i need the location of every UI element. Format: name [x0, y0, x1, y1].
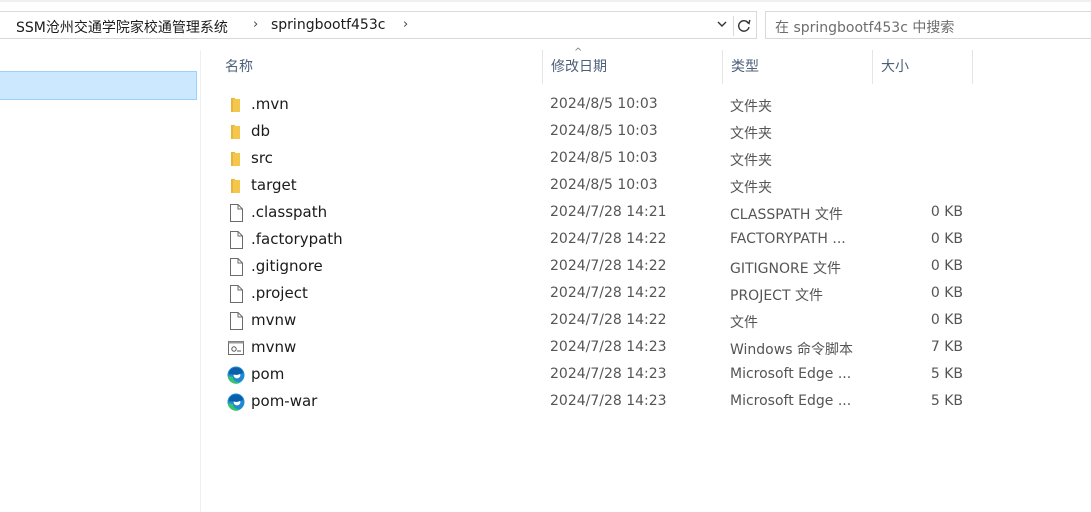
- address-dropdown-icon[interactable]: [713, 18, 731, 34]
- file-name: .mvn: [251, 95, 289, 113]
- file-icon: [227, 312, 245, 330]
- file-date: 2024/8/5 10:03: [550, 150, 658, 166]
- file-name: .project: [251, 284, 308, 302]
- edge-icon: [227, 393, 245, 411]
- file-name: target: [251, 176, 297, 194]
- search-box[interactable]: 在 springbootf453c 中搜索: [765, 11, 1091, 39]
- file-size: 0 KB: [930, 204, 963, 220]
- file-type: 文件夹: [730, 99, 772, 115]
- navigation-pane[interactable]: [0, 50, 201, 512]
- file-name: .classpath: [251, 203, 328, 221]
- script-icon: [227, 339, 245, 357]
- file-date: 2024/7/28 14:22: [550, 231, 667, 247]
- breadcrumb-chevron-icon[interactable]: ›: [403, 17, 408, 32]
- column-header-type[interactable]: 类型: [723, 50, 873, 84]
- file-row[interactable]: .mvn 2024/8/5 10:03 文件夹: [201, 91, 1091, 118]
- breadcrumb-item[interactable]: springbootf453c: [271, 17, 385, 33]
- file-type: CLASSPATH 文件: [730, 207, 843, 223]
- file-name: .gitignore: [251, 257, 323, 275]
- file-type: Microsoft Edge ...: [730, 366, 852, 382]
- nav-selected-item[interactable]: [0, 71, 197, 100]
- file-size: 5 KB: [930, 366, 963, 382]
- file-date: 2024/8/5 10:03: [550, 96, 658, 112]
- column-header-name[interactable]: 名称: [217, 50, 543, 84]
- folder-icon: [227, 96, 245, 114]
- file-name: .factorypath: [251, 230, 343, 248]
- file-date: 2024/7/28 14:22: [550, 258, 667, 274]
- file-type: 文件: [730, 315, 758, 331]
- file-type: 文件夹: [730, 153, 772, 169]
- file-size: 0 KB: [930, 258, 963, 274]
- file-name: src: [251, 149, 273, 167]
- file-date: 2024/7/28 14:22: [550, 285, 667, 301]
- folder-icon: [227, 150, 245, 168]
- file-size: 0 KB: [930, 231, 963, 247]
- file-icon: [227, 258, 245, 276]
- refresh-icon[interactable]: [733, 16, 754, 36]
- file-row[interactable]: pom-war 2024/7/28 14:23 Microsoft Edge .…: [201, 388, 1091, 415]
- file-date: 2024/7/28 14:23: [550, 339, 667, 355]
- file-type: Windows 命令脚本: [730, 342, 853, 358]
- file-name: pom: [251, 365, 285, 383]
- file-row[interactable]: src 2024/8/5 10:03 文件夹: [201, 145, 1091, 172]
- folder-icon: [227, 177, 245, 195]
- file-row[interactable]: mvnw 2024/7/28 14:22 文件 0 KB: [201, 307, 1091, 334]
- file-size: 5 KB: [930, 393, 963, 409]
- breadcrumb-chevron-icon[interactable]: ›: [253, 17, 258, 32]
- file-type: 文件夹: [730, 126, 772, 142]
- file-name: mvnw: [251, 311, 297, 329]
- search-input[interactable]: 在 springbootf453c 中搜索: [775, 17, 954, 37]
- file-type: GITIGNORE 文件: [730, 261, 842, 277]
- file-date: 2024/8/5 10:03: [550, 177, 658, 193]
- file-date: 2024/8/5 10:03: [550, 123, 658, 139]
- file-row[interactable]: target 2024/8/5 10:03 文件夹: [201, 172, 1091, 199]
- file-name: db: [251, 122, 271, 140]
- column-header-size[interactable]: 大小: [873, 50, 973, 84]
- file-icon: [227, 285, 245, 303]
- file-date: 2024/7/28 14:21: [550, 204, 667, 220]
- file-size: 7 KB: [930, 339, 963, 355]
- file-name: pom-war: [251, 392, 318, 410]
- file-icon: [227, 204, 245, 222]
- file-row[interactable]: db 2024/8/5 10:03 文件夹: [201, 118, 1091, 145]
- file-date: 2024/7/28 14:23: [550, 366, 667, 382]
- breadcrumb-item[interactable]: SSM沧州交通学院家校通管理系统: [16, 17, 228, 37]
- file-type: FACTORYPATH ...: [730, 231, 846, 247]
- file-row[interactable]: mvnw 2024/7/28 14:23 Windows 命令脚本 7 KB: [201, 334, 1091, 361]
- file-type: Microsoft Edge ...: [730, 393, 852, 409]
- file-row[interactable]: pom 2024/7/28 14:23 Microsoft Edge ... 5…: [201, 361, 1091, 388]
- file-size: 0 KB: [930, 312, 963, 328]
- file-icon: [227, 231, 245, 249]
- file-row[interactable]: .factorypath 2024/7/28 14:22 FACTORYPATH…: [201, 226, 1091, 253]
- window-top-edge: [0, 0, 1091, 2]
- edge-icon: [227, 366, 245, 384]
- file-type: PROJECT 文件: [730, 288, 823, 304]
- file-name: mvnw: [251, 338, 297, 356]
- folder-icon: [227, 123, 245, 141]
- file-type: 文件夹: [730, 180, 772, 196]
- address-bar[interactable]: SSM沧州交通学院家校通管理系统 › springbootf453c ›: [0, 11, 757, 39]
- file-row[interactable]: .project 2024/7/28 14:22 PROJECT 文件 0 KB: [201, 280, 1091, 307]
- file-size: 0 KB: [930, 285, 963, 301]
- column-header-date[interactable]: 修改日期: [543, 50, 723, 84]
- file-row[interactable]: .classpath 2024/7/28 14:21 CLASSPATH 文件 …: [201, 199, 1091, 226]
- column-headers: ^ 名称 修改日期 类型 大小: [201, 47, 1091, 84]
- file-row[interactable]: .gitignore 2024/7/28 14:22 GITIGNORE 文件 …: [201, 253, 1091, 280]
- file-date: 2024/7/28 14:23: [550, 393, 667, 409]
- file-date: 2024/7/28 14:22: [550, 312, 667, 328]
